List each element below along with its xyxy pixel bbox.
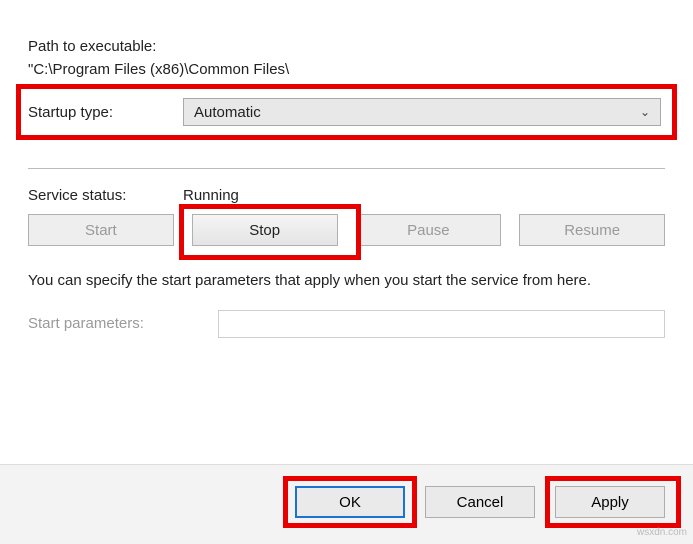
path-to-executable-value: "C:\Program Files (x86)\Common Files\ (28, 61, 665, 78)
start-parameters-input (218, 310, 665, 338)
start-button: Start (28, 214, 174, 246)
stop-button[interactable]: Stop (192, 214, 338, 246)
startup-type-select[interactable]: Automatic ⌄ (183, 98, 661, 126)
startup-type-value: Automatic (194, 104, 261, 121)
resume-button: Resume (519, 214, 665, 246)
ok-button[interactable]: OK (295, 486, 405, 518)
startup-type-label: Startup type: (28, 104, 183, 121)
cancel-button[interactable]: Cancel (425, 486, 535, 518)
service-status-value: Running (183, 187, 239, 204)
chevron-down-icon: ⌄ (640, 105, 650, 119)
service-status-label: Service status: (28, 187, 183, 204)
section-divider (28, 168, 665, 169)
pause-button: Pause (356, 214, 502, 246)
path-to-executable-label: Path to executable: (28, 38, 665, 55)
description-text: You can specify the start parameters tha… (28, 270, 665, 292)
start-parameters-label: Start parameters: (28, 315, 218, 332)
apply-button[interactable]: Apply (555, 486, 665, 518)
